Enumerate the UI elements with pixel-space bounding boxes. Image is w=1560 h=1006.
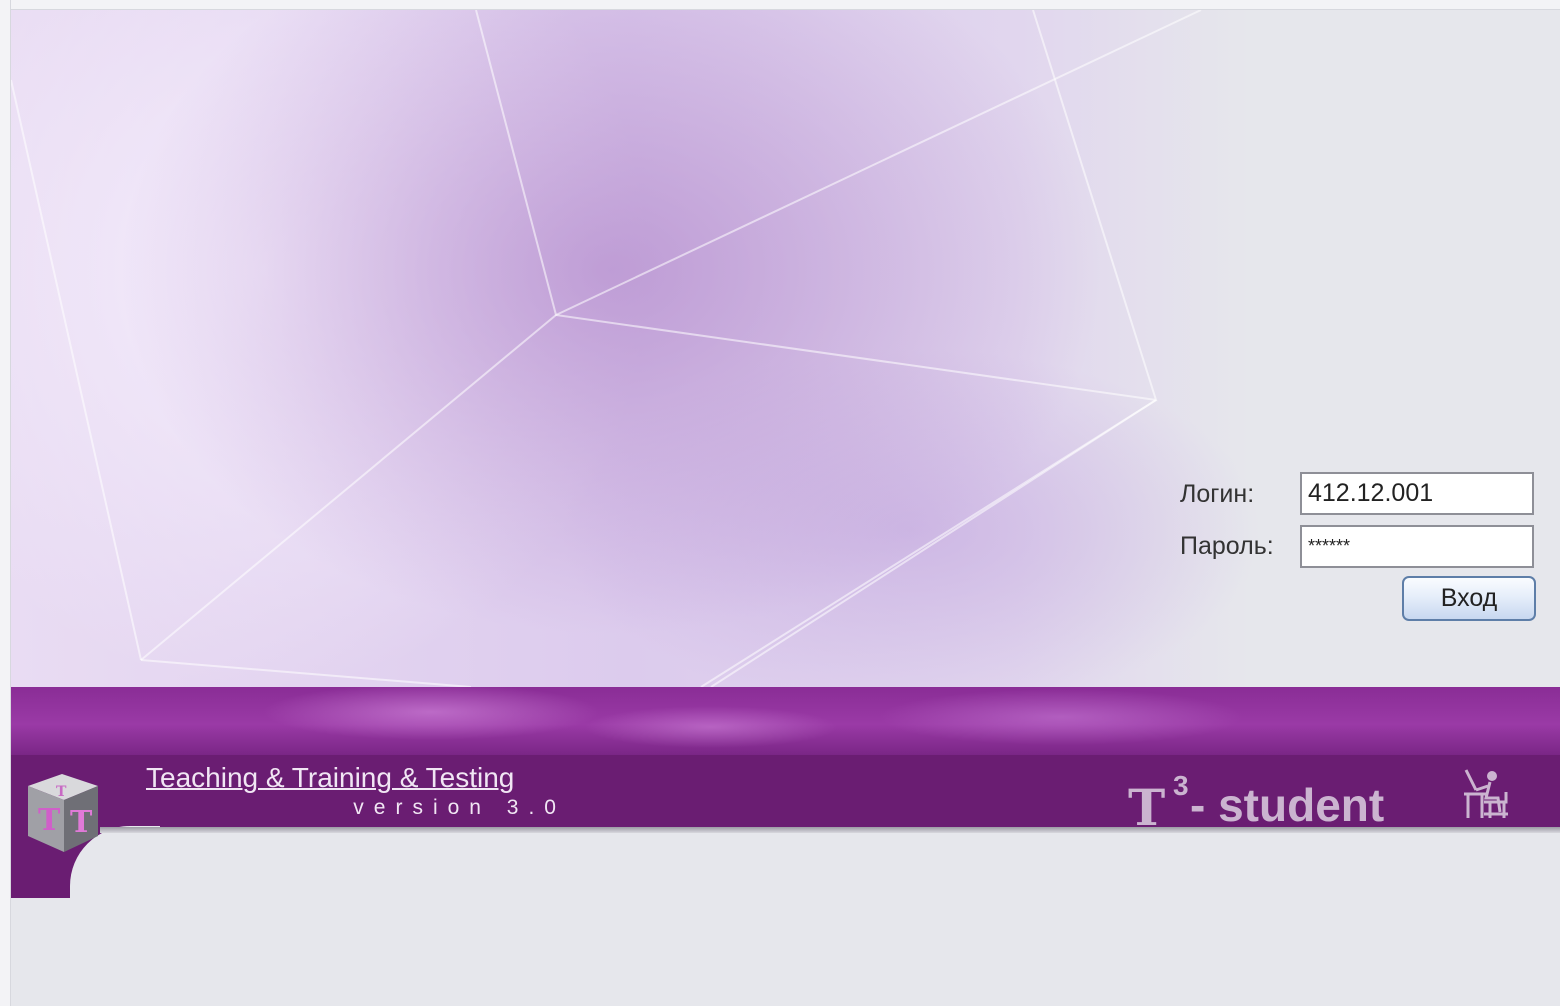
window-frame-top [0,0,1560,10]
cube-logo-letter-top: T [56,784,67,800]
product-name: - student [1190,779,1385,831]
tagline-version: version 3.0 [353,796,566,819]
login-button[interactable]: Вход [1402,576,1536,621]
banner-top-stripe [11,687,1560,755]
window-frame-left [0,0,11,1006]
cube-logo-letter-left: T [38,803,61,838]
login-input[interactable] [1300,472,1534,515]
tagline-title: Teaching & Training & Testing [146,762,515,793]
password-label: Пароль: [1180,532,1274,560]
product-prefix: T [1128,778,1166,837]
student-at-desk-icon [1462,768,1514,827]
cube-logo-icon: T T T [22,772,102,859]
cube-logo-letter-right: T [70,805,93,840]
login-label: Логин: [1180,480,1255,508]
tagline: Teaching & Training & Testing version 3.… [146,762,566,820]
login-form: Логин: Пароль: Вход [1180,472,1540,632]
product-superscript: 3 [1173,770,1189,801]
password-input[interactable] [1300,525,1534,568]
